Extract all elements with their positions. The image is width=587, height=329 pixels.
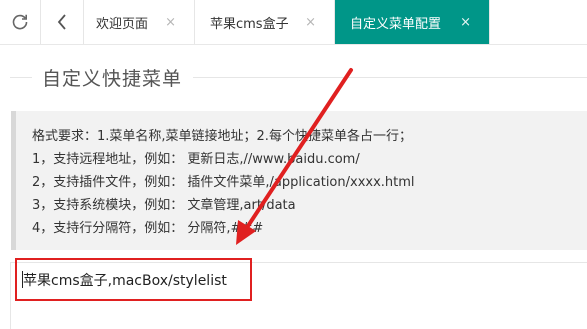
annotation-arrow xyxy=(236,68,353,245)
